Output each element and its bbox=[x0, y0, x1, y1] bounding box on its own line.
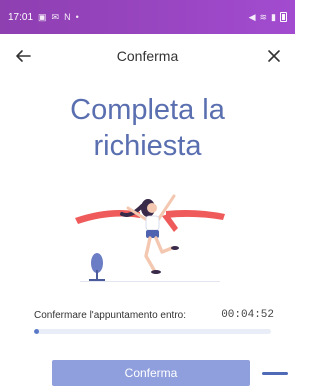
headline: Completa la richiesta bbox=[0, 92, 295, 164]
status-time: 17:01 bbox=[8, 11, 34, 23]
mail-icon: ✉ bbox=[51, 11, 60, 22]
back-arrow-icon[interactable] bbox=[14, 47, 32, 65]
confirm-deadline-label: Confermare l'appuntamento entro: bbox=[34, 309, 186, 321]
countdown-progress-bar bbox=[34, 329, 271, 334]
app-header: Conferma bbox=[0, 34, 295, 78]
headline-line-1: Completa la bbox=[70, 94, 225, 126]
headline-line-2: richiesta bbox=[93, 130, 202, 162]
scroll-indicator bbox=[262, 372, 288, 375]
battery-icon bbox=[280, 12, 287, 22]
page-title: Conferma bbox=[116, 48, 179, 64]
countdown-progress-fill bbox=[34, 329, 39, 334]
signal-icon: ▮ bbox=[271, 11, 276, 22]
dot-icon: • bbox=[75, 12, 79, 22]
confirm-deadline-row: Confermare l'appuntamento entro: 00:04:5… bbox=[34, 307, 274, 323]
countdown-timer: 00:04:52 bbox=[221, 309, 274, 321]
mute-icon: ◀ bbox=[248, 11, 256, 22]
status-bar: 17:01 ▣ ✉ N • ◀ ≋ ▮ bbox=[0, 0, 295, 34]
wifi-icon: ≋ bbox=[259, 11, 268, 22]
n-icon: N bbox=[64, 12, 71, 22]
close-icon[interactable] bbox=[265, 47, 283, 65]
runner-finish-illustration bbox=[75, 194, 225, 282]
confirm-button[interactable]: Conferma bbox=[52, 360, 250, 386]
gallery-icon: ▣ bbox=[38, 11, 47, 22]
